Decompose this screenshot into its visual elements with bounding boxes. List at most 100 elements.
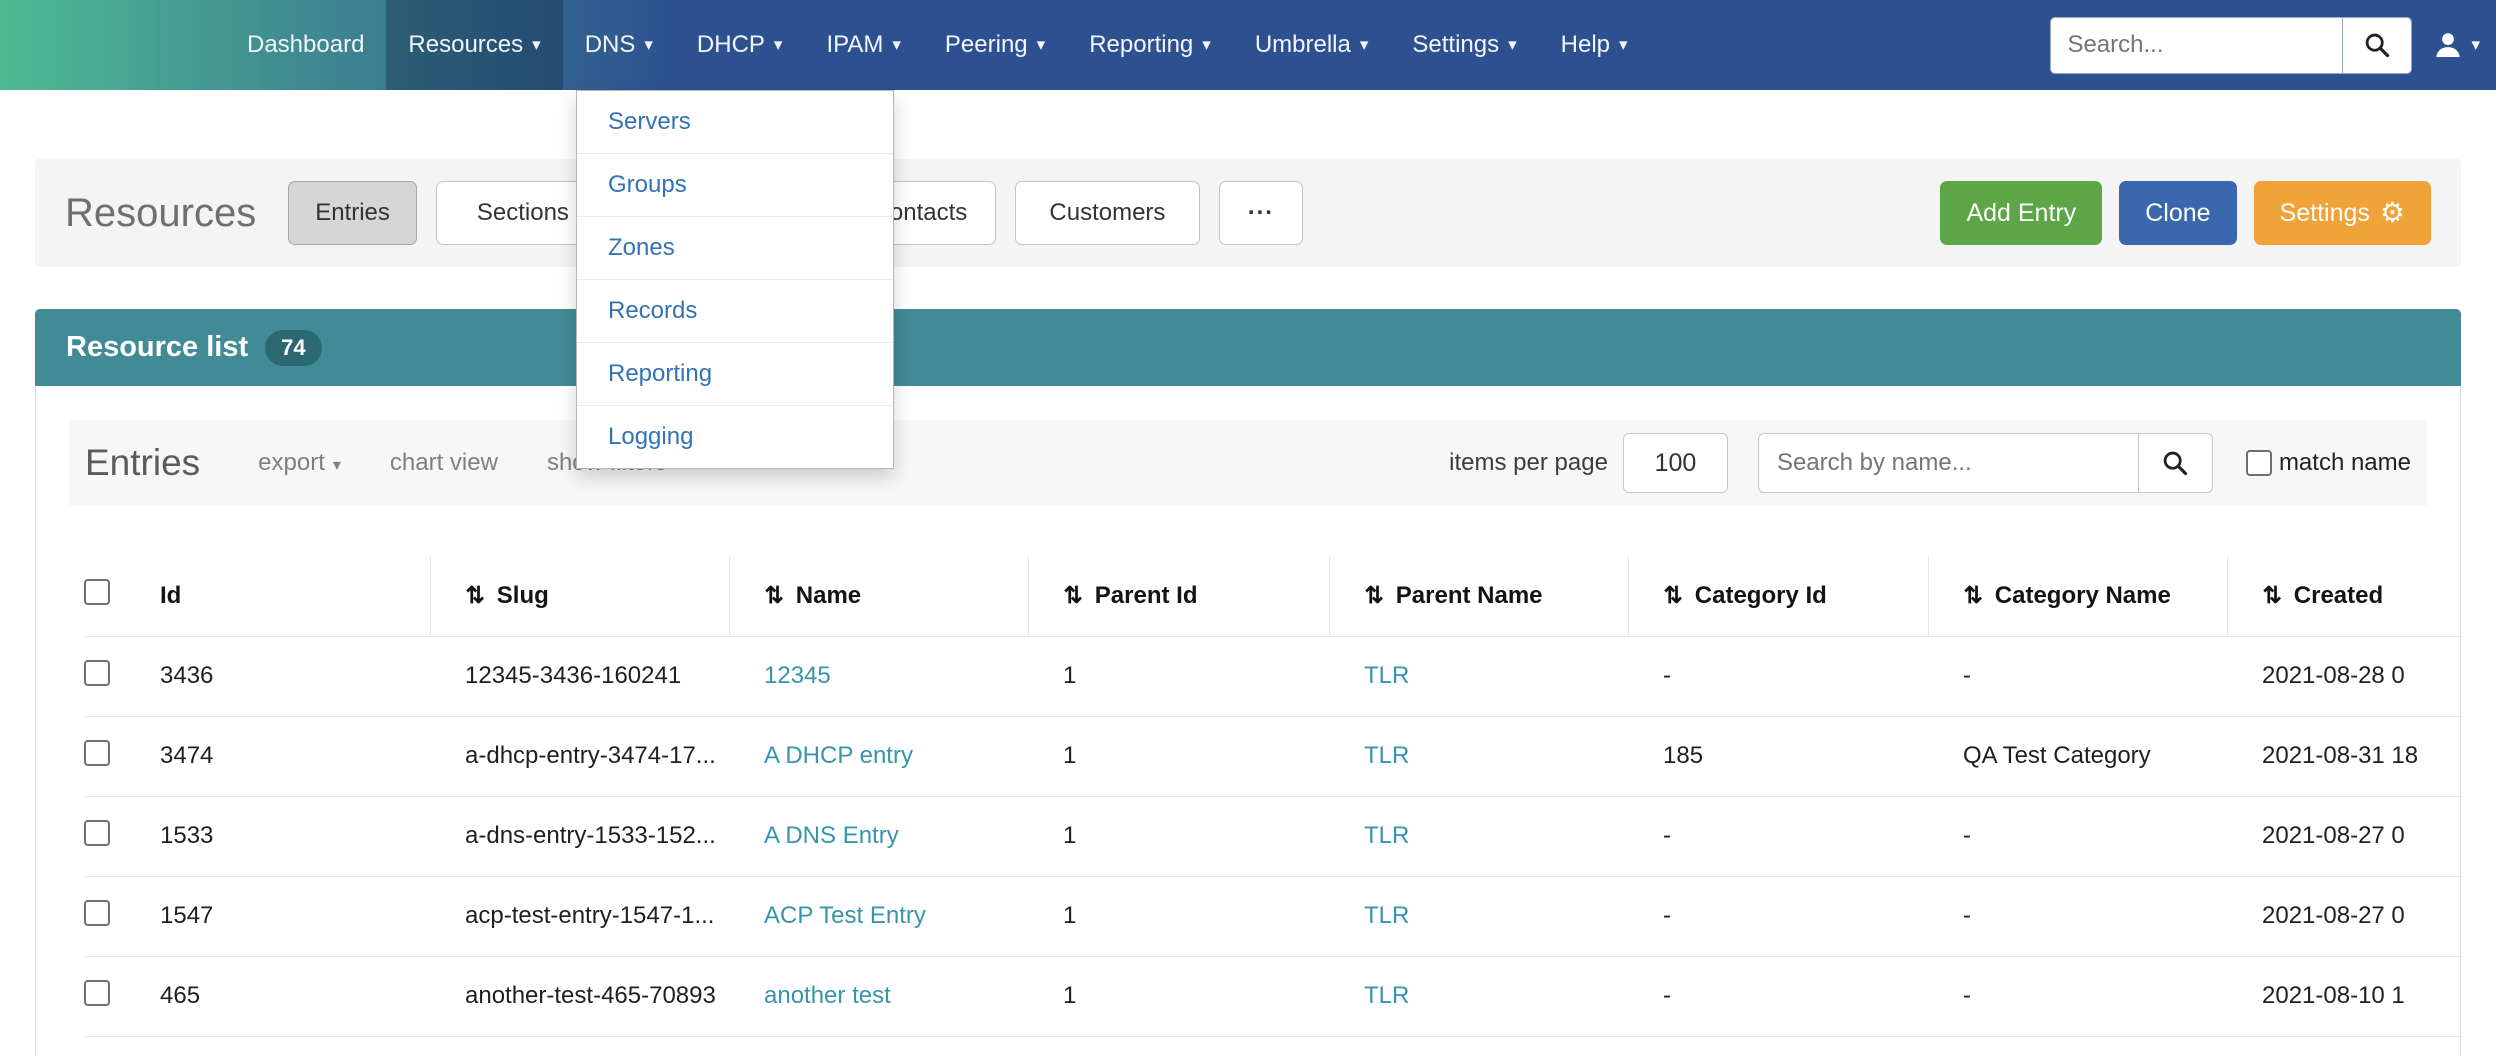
- entry-name-link[interactable]: A DHCP entry: [764, 742, 913, 769]
- table-header-row: Id ⇅Slug ⇅Name ⇅Parent Id ⇅Parent Name ⇅…: [84, 556, 2461, 636]
- cell-parent-id: 1: [1028, 956, 1329, 1036]
- entry-name-link[interactable]: A DNS Entry: [764, 822, 899, 849]
- nav-item-umbrella[interactable]: Umbrella▾: [1233, 0, 1391, 90]
- column-header-category-name[interactable]: ⇅Category Name: [1928, 556, 2227, 636]
- nav-item-reporting[interactable]: Reporting▾: [1067, 0, 1233, 90]
- sort-icon[interactable]: ⇅: [466, 582, 485, 608]
- nav-item-resources[interactable]: Resources▾: [386, 0, 562, 90]
- panel-body: Entries export▾ chart view show filters …: [35, 386, 2461, 1056]
- column-header-category-id[interactable]: ⇅Category Id: [1628, 556, 1928, 636]
- name-search-input[interactable]: [1758, 433, 2138, 493]
- cell-slug: acp-test-entry-1547-1...: [430, 876, 729, 956]
- cell-category-name: QA Test Category: [1928, 716, 2227, 796]
- row-checkbox[interactable]: [84, 660, 110, 686]
- cell-slug: a-dns-entry-1533-152...: [430, 796, 729, 876]
- parent-name-link[interactable]: TLR: [1364, 662, 1409, 689]
- resource-list-panel: Resource list 74 Entries export▾ chart v…: [35, 309, 2461, 1056]
- sort-icon[interactable]: ⇅: [765, 582, 784, 608]
- top-navbar: Dashboard Resources▾ DNS▾ DHCP▾ IPAM▾ Pe…: [0, 0, 2496, 90]
- cell-created: 2021-08-27 0: [2227, 796, 2461, 876]
- column-header-id: Id: [160, 556, 430, 636]
- items-per-page-input[interactable]: [1623, 433, 1728, 493]
- navbar-right: ▾: [2050, 0, 2496, 90]
- chart-view-link[interactable]: chart view: [390, 449, 498, 477]
- menu-item-zones[interactable]: Zones: [577, 216, 893, 279]
- column-header-created[interactable]: ⇅Created: [2227, 556, 2461, 636]
- column-header-slug[interactable]: ⇅Slug: [430, 556, 729, 636]
- name-search-button[interactable]: [2138, 433, 2213, 493]
- cell-name: A DHCP entry: [729, 716, 1028, 796]
- menu-item-reporting[interactable]: Reporting: [577, 342, 893, 405]
- settings-button[interactable]: Settings⚙: [2254, 181, 2431, 245]
- menu-item-servers[interactable]: Servers: [577, 91, 893, 153]
- cell-category-id: -: [1628, 956, 1928, 1036]
- nav-item-dashboard[interactable]: Dashboard: [225, 0, 386, 90]
- nav-item-ipam[interactable]: IPAM▾: [804, 0, 922, 90]
- column-header-parent-name[interactable]: ⇅Parent Name: [1329, 556, 1628, 636]
- table-row: 1547 acp-test-entry-1547-1... ACP Test E…: [84, 876, 2461, 956]
- nav-item-dns[interactable]: DNS▾: [563, 0, 675, 90]
- row-checkbox[interactable]: [84, 820, 110, 846]
- chevron-down-icon: ▾: [333, 457, 341, 474]
- nav-label: DNS: [585, 31, 636, 59]
- column-header-name[interactable]: ⇅Name: [729, 556, 1028, 636]
- select-all-checkbox[interactable]: [84, 579, 110, 605]
- search-icon: [2363, 31, 2391, 59]
- cell-category-id: 185: [1628, 716, 1928, 796]
- sort-icon[interactable]: ⇅: [1365, 582, 1384, 608]
- menu-item-records[interactable]: Records: [577, 279, 893, 342]
- nav-item-help[interactable]: Help ▾: [1539, 0, 1650, 90]
- nav-item-dhcp[interactable]: DHCP▾: [675, 0, 805, 90]
- sort-icon[interactable]: ⇅: [1064, 582, 1083, 608]
- sort-icon[interactable]: ⇅: [1964, 582, 1983, 608]
- nav-item-peering[interactable]: Peering▾: [923, 0, 1067, 90]
- clone-button[interactable]: Clone: [2119, 181, 2236, 245]
- more-tabs-button[interactable]: ...: [1219, 181, 1303, 245]
- add-entry-button[interactable]: Add Entry: [1940, 181, 2102, 245]
- cell-category-id: -: [1628, 876, 1928, 956]
- entries-table-wrap: Id ⇅Slug ⇅Name ⇅Parent Id ⇅Parent Name ⇅…: [36, 556, 2460, 1037]
- table-row: 3436 12345-3436-160241 12345 1 TLR - - 2…: [84, 636, 2461, 716]
- entry-name-link[interactable]: another test: [764, 982, 891, 1009]
- main-nav: Dashboard Resources▾ DNS▾ DHCP▾ IPAM▾ Pe…: [225, 0, 1650, 90]
- cell-name: another test: [729, 956, 1028, 1036]
- chevron-down-icon: ▾: [1202, 35, 1211, 55]
- parent-name-link[interactable]: TLR: [1364, 902, 1409, 929]
- sort-icon[interactable]: ⇅: [1664, 582, 1683, 608]
- nav-label: Help: [1561, 31, 1610, 59]
- sort-icon[interactable]: ⇅: [2263, 582, 2282, 608]
- chevron-down-icon: ▾: [774, 35, 783, 55]
- parent-name-link[interactable]: TLR: [1364, 742, 1409, 769]
- cell-created: 2021-08-28 0: [2227, 636, 2461, 716]
- row-checkbox[interactable]: [84, 980, 110, 1006]
- page-header-band: Resources Entries Sections Categories Co…: [35, 159, 2461, 267]
- column-header-parent-id[interactable]: ⇅Parent Id: [1028, 556, 1329, 636]
- cell-category-id: -: [1628, 796, 1928, 876]
- parent-name-link[interactable]: TLR: [1364, 982, 1409, 1009]
- match-name-checkbox[interactable]: [2246, 450, 2272, 476]
- entry-name-link[interactable]: 12345: [764, 662, 831, 689]
- global-search-input[interactable]: [2050, 17, 2342, 74]
- parent-name-link[interactable]: TLR: [1364, 822, 1409, 849]
- table-row: 3474 a-dhcp-entry-3474-17... A DHCP entr…: [84, 716, 2461, 796]
- chevron-down-icon: ▾: [1619, 35, 1628, 55]
- export-dropdown[interactable]: export▾: [258, 449, 341, 477]
- cell-created: 2021-08-10 1: [2227, 956, 2461, 1036]
- toolbar-right: items per page match name: [1449, 433, 2411, 493]
- dns-dropdown-menu: Servers Groups Zones Records Reporting L…: [576, 90, 894, 469]
- nav-item-settings[interactable]: Settings▾: [1390, 0, 1538, 90]
- menu-item-logging[interactable]: Logging: [577, 405, 893, 468]
- cell-parent-name: TLR: [1329, 796, 1628, 876]
- tab-customers[interactable]: Customers: [1015, 181, 1200, 245]
- toolbar-heading: Entries: [85, 442, 200, 484]
- menu-item-groups[interactable]: Groups: [577, 153, 893, 216]
- tab-entries[interactable]: Entries: [288, 181, 417, 245]
- chevron-down-icon: ▾: [1360, 35, 1369, 55]
- global-search: [2050, 17, 2412, 74]
- entry-name-link[interactable]: ACP Test Entry: [764, 902, 926, 929]
- row-checkbox[interactable]: [84, 900, 110, 926]
- row-checkbox[interactable]: [84, 740, 110, 766]
- entries-table: Id ⇅Slug ⇅Name ⇅Parent Id ⇅Parent Name ⇅…: [84, 556, 2461, 1037]
- user-menu-button[interactable]: ▾: [2432, 29, 2480, 61]
- global-search-button[interactable]: [2342, 17, 2412, 74]
